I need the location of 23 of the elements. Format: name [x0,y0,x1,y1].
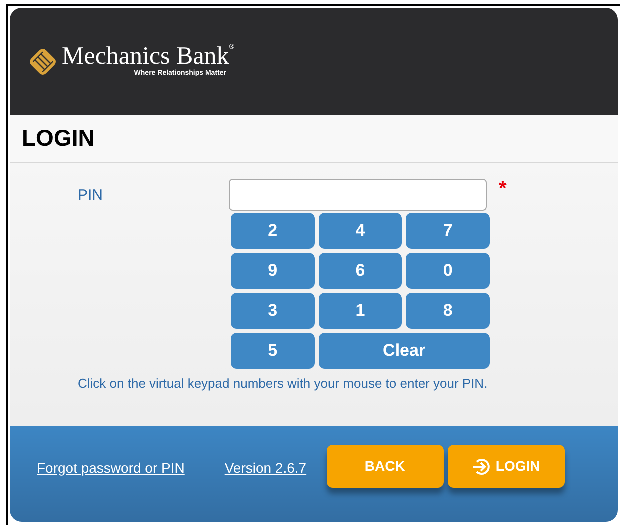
brand-name: Mechanics Bank [62,44,230,69]
keypad-key[interactable]: 6 [318,253,402,289]
pin-label: PIN [78,186,104,206]
keypad-key[interactable]: 1 [318,293,402,329]
keypad-key[interactable]: 0 [406,253,490,289]
login-button[interactable]: LOGIN [448,445,565,488]
required-mark: * [499,179,507,199]
section-title: LOGIN [22,124,95,154]
version-link[interactable]: Version 2.6.7 [224,458,307,479]
logo-icon [28,46,58,76]
login-icon [472,456,492,476]
keypad-key[interactable]: 8 [406,293,490,329]
forgot-link[interactable]: Forgot password or PIN [37,458,185,479]
clear-button[interactable]: Clear [318,333,490,369]
keypad-key[interactable]: 5 [231,333,315,369]
keypad-key[interactable]: 9 [231,253,315,289]
instructions: Click on the virtual keypad numbers with your mouse to enter your PIN. [78,375,489,393]
pin-input[interactable] [229,179,487,211]
keypad-key[interactable]: 7 [406,213,490,249]
keypad-key[interactable]: 4 [318,213,402,249]
back-button[interactable]: BACK [326,445,444,488]
keypad-key[interactable]: 3 [231,293,315,329]
keypad-key[interactable]: 2 [231,213,315,249]
